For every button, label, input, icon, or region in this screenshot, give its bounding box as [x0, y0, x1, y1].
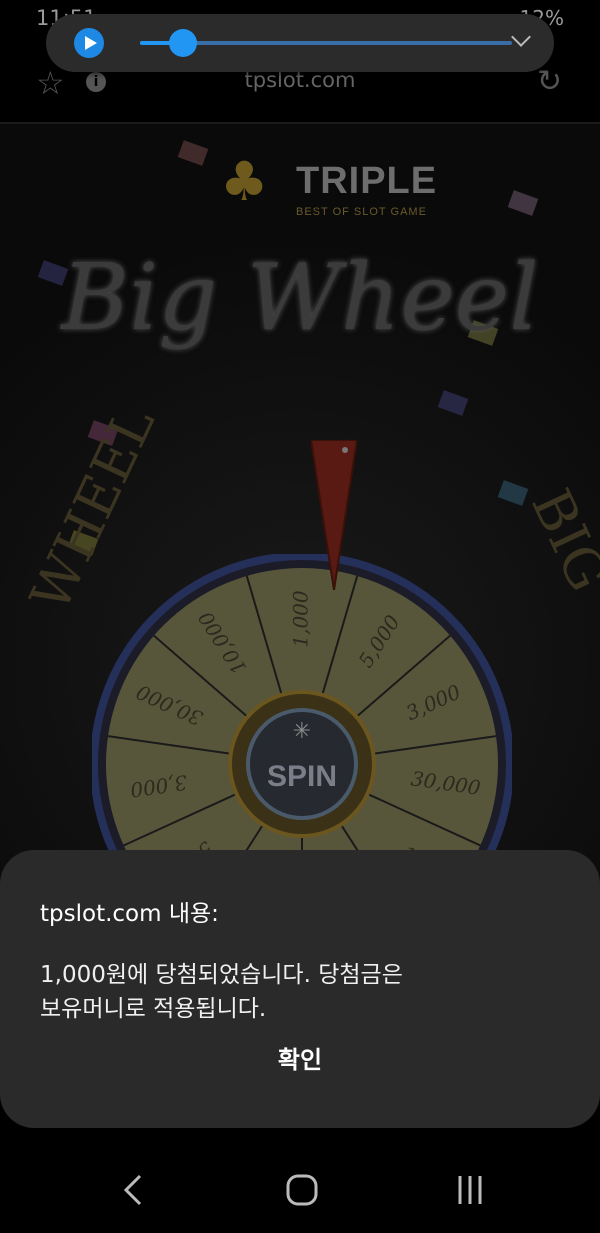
confetti-piece: [437, 390, 469, 416]
back-icon[interactable]: [114, 1170, 154, 1210]
confetti-piece: [177, 140, 209, 166]
spinner-icon: ✳: [293, 719, 311, 744]
media-player-bar: [46, 14, 554, 72]
triple-logo: ♣ TRIPLE BEST OF SLOT GAME: [220, 150, 460, 230]
play-button[interactable]: [74, 28, 104, 58]
wheel-segment-label: 1,000: [289, 590, 313, 648]
confirm-button[interactable]: 확인: [0, 1040, 600, 1075]
confetti-piece: [497, 480, 529, 506]
spin-label: SPIN: [267, 760, 337, 793]
media-seek-thumb[interactable]: [168, 29, 197, 57]
reload-icon[interactable]: ↻: [537, 64, 562, 99]
dialog-message-line: 보유머니로 적용됩니다.: [40, 996, 267, 1022]
brand-tagline: BEST OF SLOT GAME: [296, 206, 427, 218]
game-title: Big Wheel: [61, 244, 539, 351]
wheel-pointer: [311, 440, 357, 590]
media-seek-track[interactable]: [140, 29, 512, 57]
clover-icon: ♣: [220, 150, 269, 213]
brand-name: TRIPLE: [296, 160, 438, 202]
home-icon[interactable]: [282, 1170, 322, 1210]
alert-dialog: tpslot.com 내용: 1,000원에 당첨되었습니다. 당첨금은 보유머…: [0, 850, 600, 1128]
recent-apps-icon[interactable]: [450, 1170, 490, 1210]
side-text-right: BIG: [518, 479, 600, 601]
chevron-down-icon[interactable]: [511, 27, 531, 47]
system-nav-bar: [0, 1140, 600, 1233]
dialog-message-line: 1,000원에 당첨되었습니다. 당첨금은: [40, 962, 403, 988]
confetti-piece: [507, 190, 539, 216]
dialog-message: 1,000원에 당첨되었습니다. 당첨금은 보유머니로 적용됩니다.: [40, 958, 560, 1026]
dialog-title: tpslot.com 내용:: [40, 901, 219, 927]
